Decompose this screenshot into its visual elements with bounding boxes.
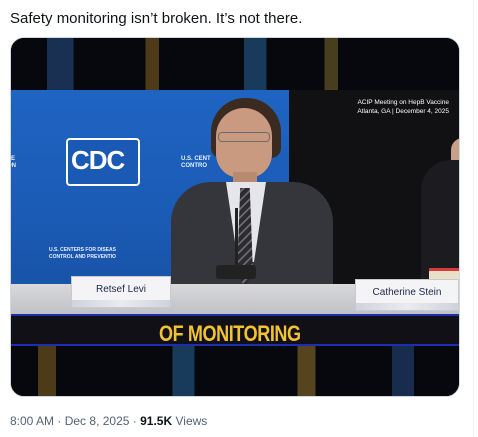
meta-separator: · <box>57 414 62 428</box>
microphone-base <box>216 265 256 279</box>
video-media[interactable]: SE ON CDC U.S. CENT CONTRO U.S. CENTERS … <box>10 37 460 397</box>
meta-separator: · <box>132 414 137 428</box>
tweet-text: Safety monitoring isn’t broken. It’s not… <box>10 10 303 27</box>
tweet-meta: 8:00 AM · Dec 8, 2025 · 91.5K Views <box>10 413 207 429</box>
speaker-head <box>216 108 272 178</box>
microphone-stem <box>235 208 238 268</box>
views-label[interactable]: Views <box>176 414 208 428</box>
backdrop-left-text: SE ON <box>11 156 16 169</box>
video-caption: OF MONITORING <box>159 321 301 346</box>
video-scene: SE ON CDC U.S. CENT CONTRO U.S. CENTERS … <box>11 90 459 318</box>
cdc-logo-text: CDC <box>71 145 125 175</box>
views-count[interactable]: 91.5K <box>140 414 172 428</box>
backdrop-caption: U.S. CENTERS FOR DISEAS CONTROL AND PREV… <box>49 247 116 260</box>
tweet-date[interactable]: Dec 8, 2025 <box>65 414 130 428</box>
column-border <box>473 0 474 437</box>
speaker-glasses <box>218 132 270 142</box>
glitch-band-bottom <box>11 346 459 396</box>
tweet-time[interactable]: 8:00 AM <box>10 414 54 428</box>
backdrop-side-text: U.S. CENT CONTRO <box>181 156 211 169</box>
nameplate-left: Retsef Levi <box>71 276 171 308</box>
meeting-info: ACIP Meeting on HepB Vaccine Atlanta, GA… <box>357 99 449 115</box>
glitch-band-top <box>11 38 459 90</box>
nameplate-right: Catherine Stein <box>355 279 459 311</box>
